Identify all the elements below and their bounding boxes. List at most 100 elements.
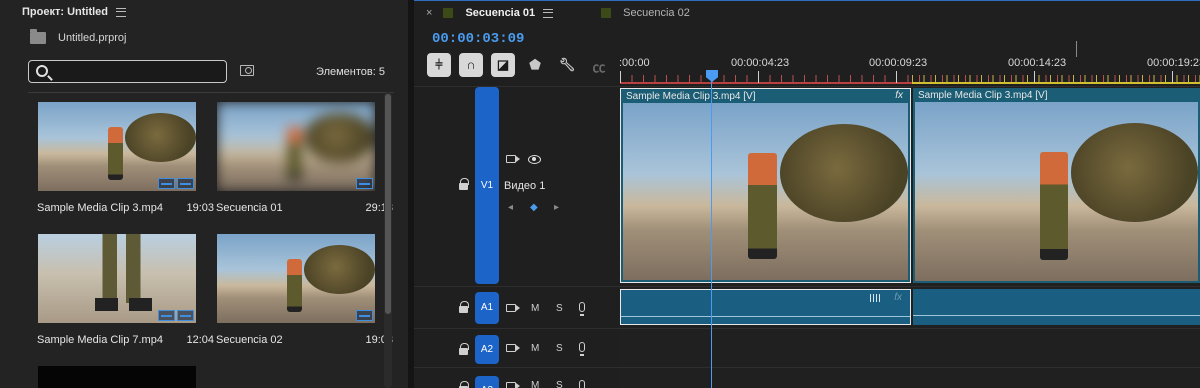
mute-button[interactable]: M <box>531 303 539 314</box>
search-field[interactable] <box>28 60 227 83</box>
mic-icon[interactable] <box>579 342 585 356</box>
find-icon[interactable] <box>240 65 254 76</box>
project-file-name: Untitled.prproj <box>58 32 127 44</box>
audio-clip[interactable]: fx <box>620 289 911 325</box>
tile-duration: 19:03 <box>186 202 214 214</box>
thumbnail <box>38 234 196 323</box>
audio-track-area[interactable] <box>619 329 1200 367</box>
waveform-icon <box>870 294 882 302</box>
solo-button[interactable]: S <box>556 380 563 388</box>
video-badge-icon <box>158 310 175 321</box>
magnet-icon: ∩ <box>466 57 476 72</box>
tile-duration: 12:04 <box>186 334 214 346</box>
track-target-a3[interactable]: A3 <box>475 376 499 388</box>
tile-name: Secuencia 01 <box>216 202 283 214</box>
audio-track-area[interactable] <box>619 368 1200 388</box>
ruler-label: :00:00 <box>619 57 650 69</box>
work-area-bar <box>620 82 912 84</box>
camera-icon[interactable] <box>506 155 520 163</box>
media-bin: Sample Media Clip 3.mp4 19:03 Secuencia … <box>28 92 394 388</box>
tab-secuencia-01[interactable]: Secuencia 01 <box>465 7 535 19</box>
mic-icon[interactable] <box>579 302 585 316</box>
captions-button[interactable]: ㏄ <box>587 53 611 77</box>
track-header-a2: A2 M S <box>414 329 619 367</box>
solo-button[interactable]: S <box>556 303 563 314</box>
track-target-v1[interactable]: V1 <box>475 87 499 284</box>
time-ruler[interactable]: :00:00 00:00:04:23 00:00:09:23 00:00:14:… <box>619 53 1200 85</box>
audio-badge-icon <box>177 178 194 189</box>
sequence-color-icon <box>601 8 612 18</box>
tile-name: Sample Media Clip 7.mp4 <box>37 334 163 346</box>
add-marker-button[interactable]: ⬟ <box>523 53 547 77</box>
timeline-toolbar: ⫩ ∩ ◪ ⬟ 🔧︎ ㏄ <box>427 53 611 77</box>
marker-icon: ⬟ <box>529 57 541 72</box>
timeline-panel: × Secuencia 01 Secuencia 02 00:00:03:09 … <box>414 0 1200 388</box>
fx-badge: fx <box>895 90 903 101</box>
eye-icon[interactable] <box>528 155 541 164</box>
lock-icon[interactable] <box>459 343 469 355</box>
fx-badge: fx <box>894 292 902 303</box>
sequence-color-icon <box>443 8 454 18</box>
tab-secuencia-02[interactable]: Secuencia 02 <box>623 7 690 19</box>
marker-line <box>1076 41 1077 57</box>
audio-waveform <box>913 315 1200 316</box>
sequence-badge-icon <box>356 310 373 321</box>
work-area-bar <box>912 82 1200 84</box>
search-input[interactable] <box>55 63 220 80</box>
sequence-badge-icon <box>356 178 373 189</box>
track-header-v1: V1 Видео 1 ◂ ◆ ▸ <box>414 87 619 286</box>
track-target-a1[interactable]: A1 <box>475 292 499 324</box>
insert-nest-button[interactable]: ⫩ <box>427 53 451 77</box>
project-title: Проект: Untitled <box>22 6 109 18</box>
add-keyframe-icon[interactable]: ◆ <box>530 202 538 213</box>
clip-label: Sample Media Clip 3.mp4 [V] <box>918 90 1048 101</box>
project-panel-header: Проект: Untitled <box>0 0 408 24</box>
tile-name: Sample Media Clip 3.mp4 <box>37 202 163 214</box>
lock-icon[interactable] <box>459 178 469 190</box>
thumbnail <box>217 102 375 191</box>
video-clip[interactable]: Sample Media Clip 3.mp4 [V] fx <box>620 88 911 283</box>
wrench-icon: 🔧︎ <box>558 57 576 72</box>
solo-button[interactable]: S <box>556 343 563 354</box>
video-clip[interactable]: Sample Media Clip 3.mp4 [V] <box>913 88 1200 283</box>
nest-icon: ⫩ <box>435 57 443 72</box>
bin-scrollbar[interactable] <box>384 92 392 388</box>
tab-close-icon[interactable]: × <box>426 7 432 19</box>
prev-keyframe-icon[interactable]: ◂ <box>508 202 513 213</box>
audio-clip[interactable] <box>913 289 1200 325</box>
playhead-timecode[interactable]: 00:00:03:09 <box>432 31 524 47</box>
media-tile[interactable] <box>38 366 196 388</box>
audio-waveform <box>621 316 910 317</box>
track-target-a2[interactable]: A2 <box>475 335 499 364</box>
camera-icon[interactable] <box>506 344 520 352</box>
track-header-a3: A3 M S <box>414 368 619 388</box>
camera-icon[interactable] <box>506 382 520 388</box>
items-count: Элементов: 5 <box>316 66 385 78</box>
project-file-row[interactable]: Untitled.prproj <box>30 29 127 44</box>
snap-button[interactable]: ∩ <box>459 53 483 77</box>
audio-badge-icon <box>177 310 194 321</box>
ruler-label: 00:00:09:23 <box>869 57 928 69</box>
clip-label: Sample Media Clip 3.mp4 [V] <box>626 91 756 102</box>
sequence-tabs: × Secuencia 01 Secuencia 02 <box>414 1 1200 25</box>
video-badge-icon <box>158 178 175 189</box>
tab-menu-icon[interactable] <box>543 8 554 18</box>
search-icon <box>36 65 48 77</box>
mute-button[interactable]: M <box>531 343 539 354</box>
ruler-label: 00:00:19:23 <box>1147 57 1200 69</box>
lock-icon[interactable] <box>459 301 469 313</box>
camera-icon[interactable] <box>506 304 520 312</box>
mic-icon[interactable] <box>579 380 585 388</box>
mute-button[interactable]: M <box>531 380 539 388</box>
clip-thumbnail <box>915 102 1198 281</box>
link-icon: ◪ <box>496 57 510 72</box>
settings-button[interactable]: 🔧︎ <box>555 53 579 77</box>
playhead-line[interactable] <box>711 81 712 388</box>
track-name: Видео 1 <box>504 180 546 192</box>
cc-icon: ㏄ <box>592 60 606 75</box>
clip-thumbnail <box>623 103 908 280</box>
next-keyframe-icon[interactable]: ▸ <box>554 202 559 213</box>
panel-menu-icon[interactable] <box>116 7 127 17</box>
ruler-label: 00:00:14:23 <box>1008 57 1067 69</box>
linked-selection-button[interactable]: ◪ <box>491 53 515 77</box>
